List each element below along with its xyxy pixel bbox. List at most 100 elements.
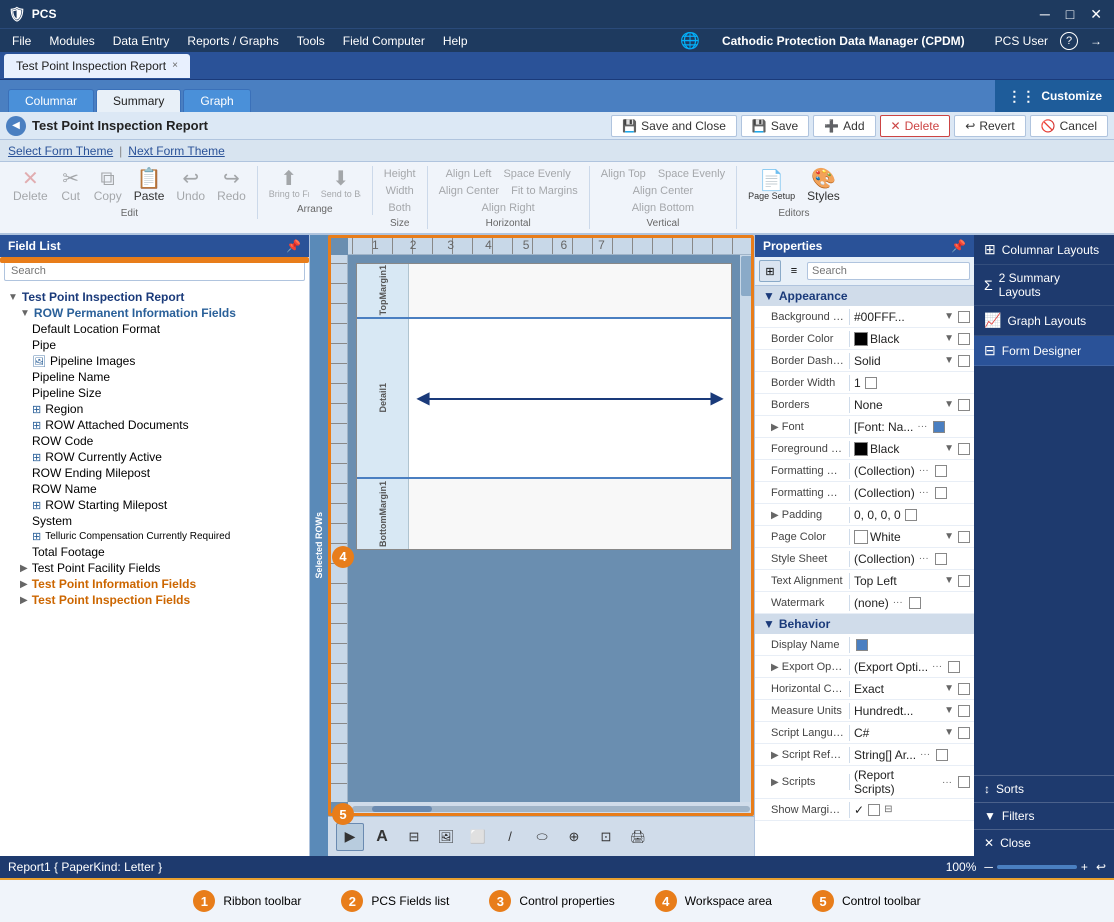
menu-file[interactable]: File	[4, 32, 39, 50]
tree-item-row-ending-milepost[interactable]: ROW Ending Milepost	[28, 465, 305, 481]
customize-item-summary[interactable]: Σ 2 Summary Layouts	[974, 265, 1114, 306]
save-close-button[interactable]: 💾 Save and Close	[611, 115, 737, 137]
tool-crosshair-btn[interactable]: ⊕	[560, 823, 588, 851]
prop-value-font[interactable]: [Font: Na... ···	[850, 418, 974, 436]
prop-checkbox-font[interactable]	[933, 421, 945, 433]
delete-button[interactable]: ✕ Delete	[880, 115, 951, 137]
scrollbar-vertical-thumb[interactable]	[741, 256, 753, 296]
ribbon-align-center-h-btn[interactable]: Align Center	[434, 183, 505, 199]
tool-label-btn[interactable]: ⊟	[400, 823, 428, 851]
workspace-scrollbar-horizontal[interactable]	[348, 802, 754, 816]
prop-dropdown-border-color[interactable]: ▼	[944, 333, 954, 344]
prop-checkbox-formatting-rule1[interactable]	[935, 465, 947, 477]
zoom-slider[interactable]	[997, 865, 1077, 869]
prop-btn-export[interactable]: ···	[930, 661, 944, 672]
field-list-pin-icon[interactable]: 📌	[286, 239, 301, 253]
prop-checkbox-formatting-rule2[interactable]	[935, 487, 947, 499]
tree-item-telluric[interactable]: ⊞ Telluric Compensation Currently Requir…	[28, 529, 305, 544]
prop-dropdown-border-dash[interactable]: ▼	[944, 355, 954, 366]
prop-expand-export[interactable]: ▶	[771, 662, 779, 673]
prop-checkbox-export[interactable]	[948, 661, 960, 673]
tree-item-row-code[interactable]: ROW Code	[28, 433, 305, 449]
help-icon[interactable]: ?	[1060, 32, 1078, 50]
tree-item-facility-fields[interactable]: ▶ Test Point Facility Fields	[16, 560, 305, 576]
customize-action-close[interactable]: ✕ Close	[974, 829, 1114, 856]
ribbon-align-right-btn[interactable]: Align Right	[477, 200, 540, 216]
scrollbar-horizontal-thumb[interactable]	[372, 806, 432, 812]
add-button[interactable]: ➕ Add	[813, 115, 875, 137]
ribbon-space-evenly-h-btn[interactable]: Space Evenly	[498, 166, 575, 182]
prop-checkbox-measure-units[interactable]	[958, 705, 970, 717]
customize-item-graph[interactable]: 📈 Graph Layouts	[974, 306, 1114, 336]
prop-value-style-sheet[interactable]: (Collection) ···	[850, 550, 974, 568]
report-tab-item[interactable]: Test Point Inspection Report ×	[4, 54, 190, 78]
prop-tool-list-btn[interactable]: ≡	[783, 260, 805, 282]
prop-value-padding[interactable]: 0, 0, 0, 0	[850, 506, 974, 524]
prop-value-scripts[interactable]: (Report Scripts) ···	[850, 766, 974, 798]
ribbon-align-center-v-btn[interactable]: Align Center	[628, 183, 699, 199]
prop-checkbox-scripts[interactable]	[958, 776, 970, 788]
tree-item-root[interactable]: ▼ Test Point Inspection Report	[4, 289, 305, 305]
prop-checkbox-script-references[interactable]	[936, 749, 948, 761]
prop-checkbox-bg[interactable]	[958, 311, 970, 323]
next-form-theme-link[interactable]: Next Form Theme	[128, 144, 224, 158]
ribbon-align-bottom-btn[interactable]: Align Bottom	[627, 200, 699, 216]
tree-item-row-permanent[interactable]: ▼ ROW Permanent Information Fields	[16, 305, 305, 321]
prop-value-display-name[interactable]	[850, 637, 974, 653]
zoom-out-icon[interactable]: ─	[984, 860, 993, 874]
prop-dropdown-script-language[interactable]: ▼	[944, 727, 954, 738]
prop-btn-formatting-rule2[interactable]: ···	[917, 487, 931, 498]
prop-checkbox-border-dash[interactable]	[958, 355, 970, 367]
minimize-button[interactable]: ─	[1036, 6, 1054, 23]
ribbon-height-btn[interactable]: Height	[379, 166, 421, 182]
prop-value-formatting-rule2[interactable]: (Collection) ···	[850, 484, 974, 502]
logout-icon[interactable]: →	[1082, 32, 1110, 50]
prop-value-text-alignment[interactable]: Top Left ▼	[850, 572, 974, 590]
tool-shape-btn[interactable]: ⬜	[464, 823, 492, 851]
tool-text-btn[interactable]: A	[368, 823, 396, 851]
menu-field-computer[interactable]: Field Computer	[335, 32, 433, 50]
zoom-in-icon[interactable]: +	[1081, 860, 1088, 874]
ribbon-space-evenly-v-btn[interactable]: Space Evenly	[653, 166, 730, 182]
prop-value-border-width[interactable]: 1	[850, 374, 974, 392]
prop-value-measure-units[interactable]: Hundredt... ▼	[850, 702, 974, 720]
prop-dropdown-page-color[interactable]: ▼	[944, 531, 954, 542]
tree-item-row-name[interactable]: ROW Name	[28, 481, 305, 497]
prop-expand-scripts[interactable]: ▶	[771, 777, 779, 788]
prop-dropdown-horizontal-content[interactable]: ▼	[944, 683, 954, 694]
ribbon-both-btn[interactable]: Both	[383, 200, 416, 216]
tree-item-tp-inspection[interactable]: ▶ Test Point Inspection Fields	[16, 592, 305, 608]
ribbon-page-setup-btn[interactable]: 📄 Page Setup	[743, 168, 800, 204]
select-form-theme-link[interactable]: Select Form Theme	[8, 144, 113, 158]
prop-btn-show-margin[interactable]: ⊟	[882, 804, 894, 815]
customize-item-columnar[interactable]: ⊞ Columnar Layouts	[974, 235, 1114, 265]
menu-modules[interactable]: Modules	[41, 32, 102, 50]
prop-checkbox-borders[interactable]	[958, 399, 970, 411]
tree-item-row-attached[interactable]: ⊞ ROW Attached Documents	[28, 417, 305, 433]
prop-checkbox-border-width[interactable]	[865, 377, 877, 389]
prop-btn-formatting-rule1[interactable]: ···	[917, 465, 931, 476]
prop-checkbox-style-sheet[interactable]	[935, 553, 947, 565]
tree-item-pipeline-images[interactable]: 🖼 Pipeline Images	[28, 353, 305, 369]
tool-oval-btn[interactable]: ⬭	[528, 823, 556, 851]
prop-value-watermark[interactable]: (none) ···	[850, 594, 974, 612]
prop-value-border-dash[interactable]: Solid ▼	[850, 352, 974, 370]
prop-expand-padding[interactable]: ▶	[771, 510, 779, 521]
prop-checkbox-horizontal-content[interactable]	[958, 683, 970, 695]
ribbon-cut-btn[interactable]: ✂ Cut	[55, 166, 87, 206]
prop-value-formatting-rule1[interactable]: (Collection) ···	[850, 462, 974, 480]
prop-dropdown-text-alignment[interactable]: ▼	[944, 575, 954, 586]
close-button[interactable]: ✕	[1086, 6, 1106, 23]
ribbon-fit-margins-btn[interactable]: Fit to Margins	[506, 183, 583, 199]
ribbon-undo-btn[interactable]: ↩ Undo	[171, 166, 210, 206]
tool-print-btn[interactable]: 🖨	[624, 823, 652, 851]
ribbon-align-top-btn[interactable]: Align Top	[596, 166, 651, 182]
prop-search-input[interactable]	[807, 262, 970, 280]
tree-item-pipeline-size[interactable]: Pipeline Size	[28, 385, 305, 401]
prop-section-appearance[interactable]: ▼ Appearance	[755, 286, 974, 306]
prop-dropdown-bg[interactable]: ▼	[944, 311, 954, 322]
prop-dropdown-measure-units[interactable]: ▼	[944, 705, 954, 716]
prop-checkbox-show-margin[interactable]	[868, 804, 880, 816]
prop-dropdown-borders[interactable]: ▼	[944, 399, 954, 410]
prop-expand-script-ref[interactable]: ▶	[771, 750, 779, 761]
